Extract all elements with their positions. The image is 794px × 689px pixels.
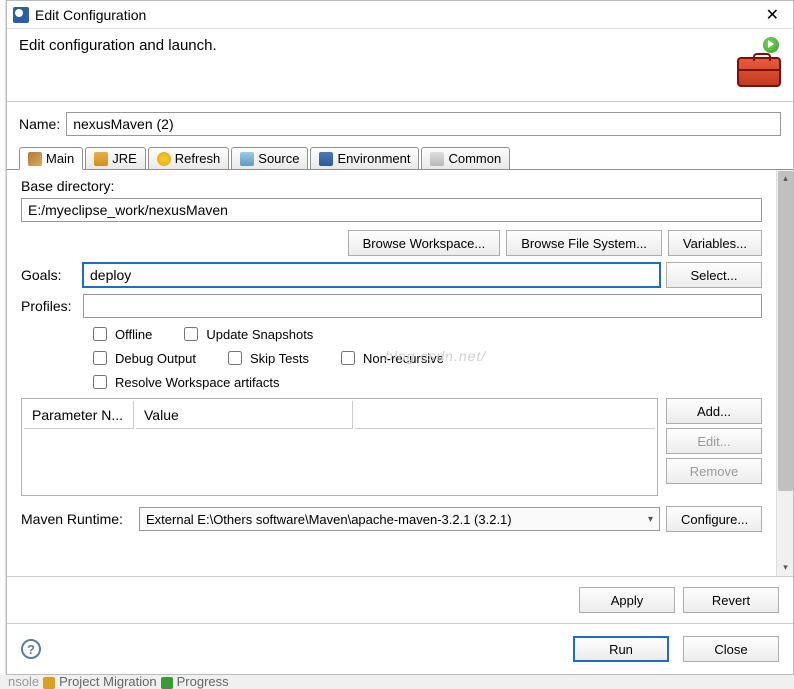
tab-refresh[interactable]: Refresh xyxy=(148,147,230,169)
scroll-up-icon[interactable]: ▴ xyxy=(778,171,793,186)
refresh-icon xyxy=(157,152,171,166)
scrollbar[interactable]: ▴ ▾ xyxy=(776,170,793,576)
col-parameter-name: Parameter N... xyxy=(24,401,134,429)
maven-runtime-label: Maven Runtime: xyxy=(21,511,133,527)
apply-button[interactable]: Apply xyxy=(579,587,675,613)
scroll-thumb[interactable] xyxy=(778,171,793,491)
goals-input[interactable] xyxy=(83,263,660,287)
tab-main[interactable]: Main xyxy=(19,147,83,170)
add-button[interactable]: Add... xyxy=(666,398,762,424)
name-label: Name: xyxy=(19,116,60,132)
header-icons xyxy=(737,37,781,87)
skip-tests-checkbox[interactable]: Skip Tests xyxy=(224,348,309,368)
background-tabs: nsole Project Migration Progress xyxy=(0,675,794,689)
browse-filesystem-button[interactable]: Browse File System... xyxy=(506,230,662,256)
tab-common[interactable]: Common xyxy=(421,147,510,169)
update-snapshots-checkbox[interactable]: Update Snapshots xyxy=(180,324,313,344)
remove-button[interactable]: Remove xyxy=(666,458,762,484)
revert-button[interactable]: Revert xyxy=(683,587,779,613)
common-icon xyxy=(430,152,444,166)
base-dir-label: Base directory: xyxy=(21,178,762,194)
scroll-down-icon[interactable]: ▾ xyxy=(778,560,793,575)
debug-output-checkbox[interactable]: Debug Output xyxy=(89,348,196,368)
edit-button[interactable]: Edit... xyxy=(666,428,762,454)
tab-jre[interactable]: JRE xyxy=(85,147,146,169)
edit-config-dialog: Edit Configuration ✕ Edit configuration … xyxy=(6,0,794,675)
app-icon xyxy=(13,7,29,23)
tab-source[interactable]: Source xyxy=(231,147,308,169)
apply-revert-bar: Apply Revert xyxy=(7,576,793,623)
variables-button[interactable]: Variables... xyxy=(668,230,762,256)
toolbox-icon xyxy=(737,57,781,87)
resolve-workspace-checkbox[interactable]: Resolve Workspace artifacts xyxy=(89,372,280,392)
col-value: Value xyxy=(136,401,353,429)
configure-button[interactable]: Configure... xyxy=(666,506,762,532)
dialog-header: Edit configuration and launch. xyxy=(7,29,793,102)
name-input[interactable] xyxy=(66,112,781,136)
help-icon[interactable]: ? xyxy=(21,639,41,659)
dialog-footer: ? Run Close xyxy=(7,623,793,674)
jre-icon xyxy=(94,152,108,166)
close-icon[interactable]: ✕ xyxy=(758,3,787,27)
base-dir-input[interactable] xyxy=(21,198,762,222)
dialog-subtitle: Edit configuration and launch. xyxy=(19,37,737,54)
main-icon xyxy=(28,152,42,166)
profiles-label: Profiles: xyxy=(21,298,77,314)
close-button[interactable]: Close xyxy=(683,636,779,662)
parameters-table[interactable]: Parameter N... Value xyxy=(21,398,658,496)
tab-content: Base directory: Browse Workspace... Brow… xyxy=(7,170,793,576)
run-button[interactable]: Run xyxy=(573,636,669,662)
profiles-input[interactable] xyxy=(83,294,762,318)
non-recursive-checkbox[interactable]: Non-recursive xyxy=(337,348,444,368)
window-title: Edit Configuration xyxy=(35,7,146,23)
chevron-down-icon: ▾ xyxy=(648,514,653,525)
environment-icon xyxy=(319,152,333,166)
source-icon xyxy=(240,152,254,166)
migration-icon xyxy=(43,677,55,689)
browse-workspace-button[interactable]: Browse Workspace... xyxy=(348,230,501,256)
tab-bar: Main JRE Refresh Source Environment Comm… xyxy=(7,144,793,170)
run-icon xyxy=(763,37,779,53)
tab-environment[interactable]: Environment xyxy=(310,147,419,169)
name-row: Name: xyxy=(7,102,793,142)
offline-checkbox[interactable]: Offline xyxy=(89,324,152,344)
goals-label: Goals: xyxy=(21,267,77,283)
select-button[interactable]: Select... xyxy=(666,262,762,288)
titlebar: Edit Configuration ✕ xyxy=(7,1,793,29)
maven-runtime-combo[interactable]: External E:\Others software\Maven\apache… xyxy=(139,507,660,531)
progress-icon xyxy=(161,677,173,689)
